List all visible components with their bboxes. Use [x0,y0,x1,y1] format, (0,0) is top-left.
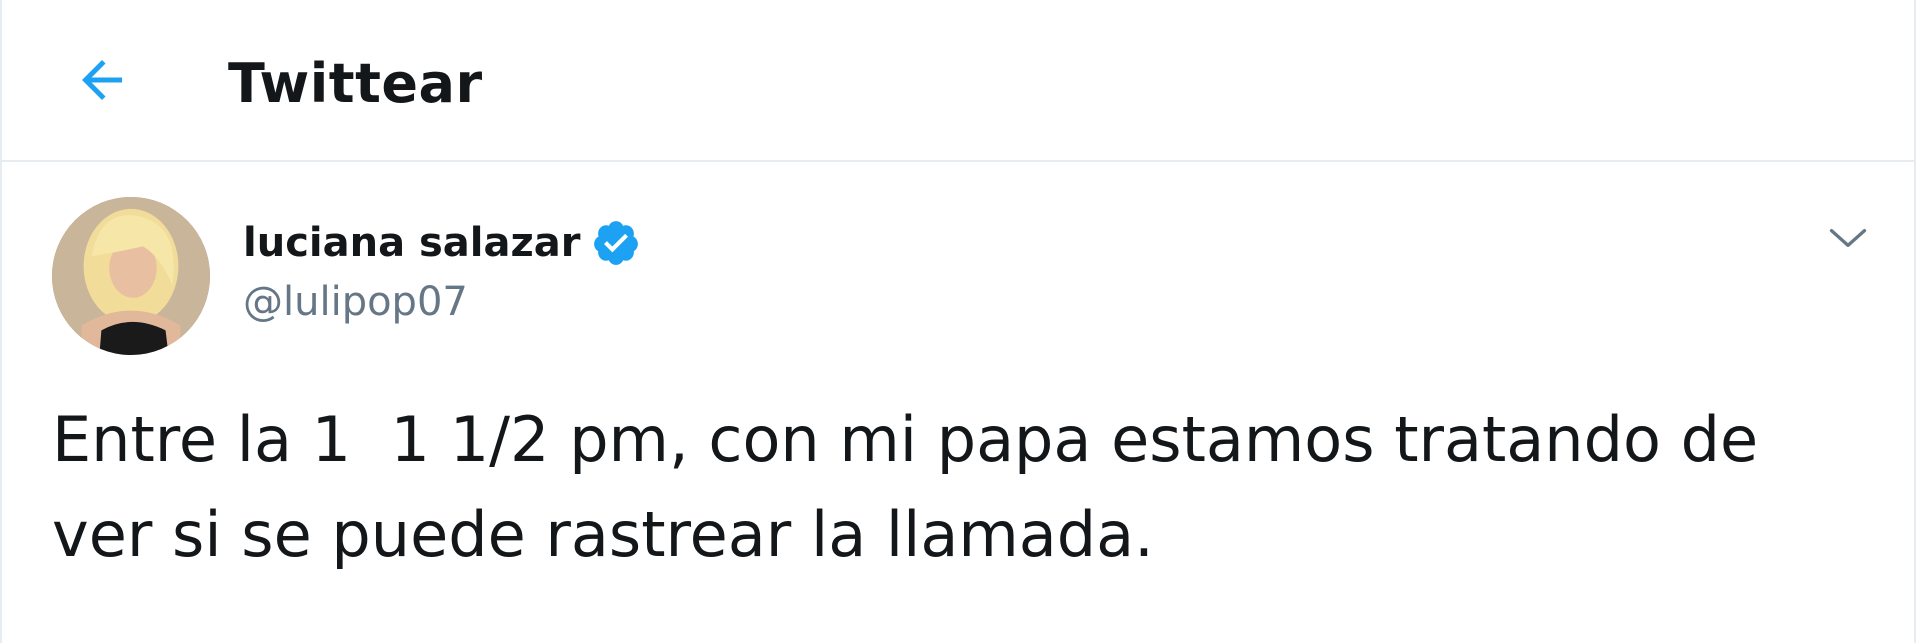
display-name[interactable]: luciana salazar [243,214,581,272]
chevron-down-icon [1826,216,1870,264]
name-row: luciana salazar [243,214,641,272]
tweet-detail-panel: Twittear luciana salazar @lulipop07 Entr… [0,0,1916,643]
back-button[interactable] [54,34,150,130]
page-title: Twittear [228,52,483,115]
header-bar: Twittear [2,0,1914,162]
tweet-text: Entre la 1 1 1/2 pm, con mi papa estamos… [52,403,1778,571]
arrow-left-icon [72,50,132,114]
tweet-options-button[interactable] [1820,212,1876,268]
user-info: luciana salazar @lulipop07 [243,214,641,330]
avatar[interactable] [52,197,210,355]
verified-badge-icon [591,218,641,268]
user-handle[interactable]: @lulipop07 [243,274,641,330]
